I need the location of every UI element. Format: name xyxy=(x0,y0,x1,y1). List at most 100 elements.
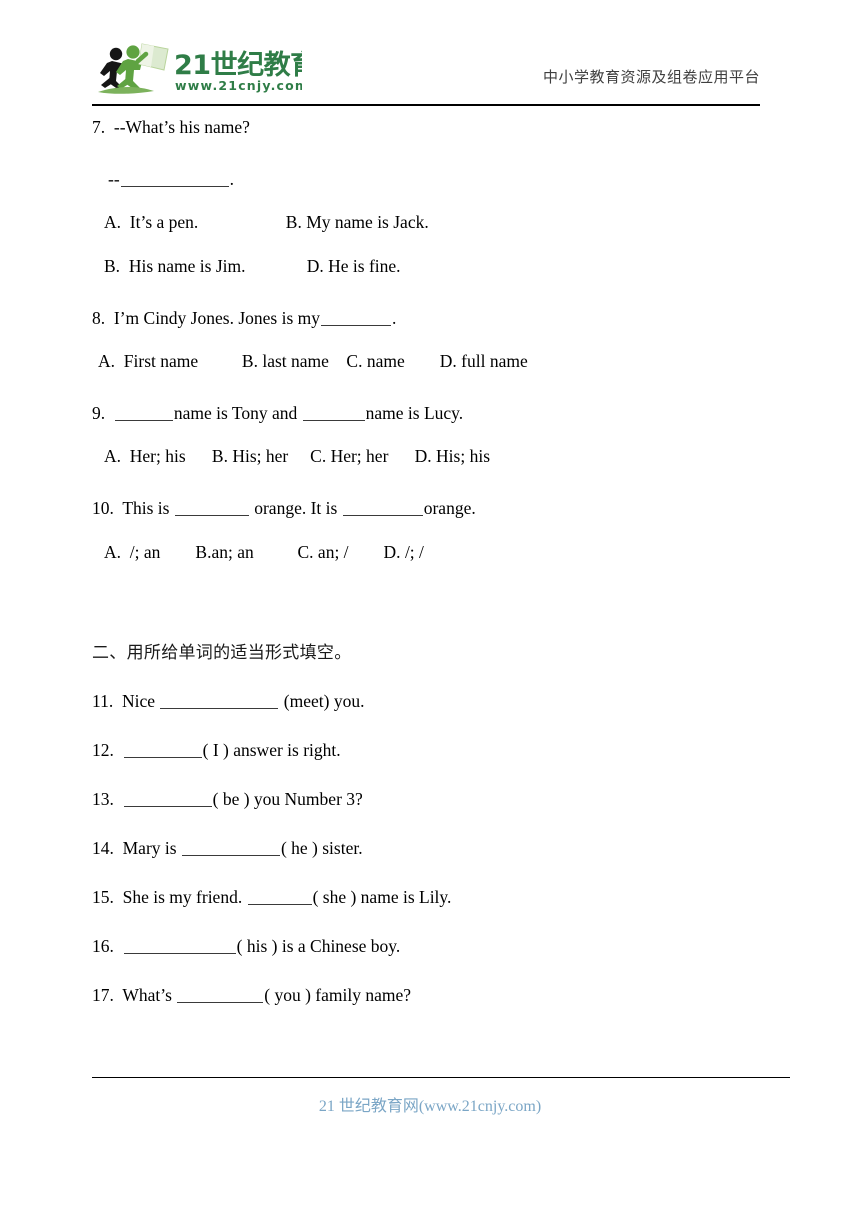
option-label-c[interactable]: C. xyxy=(297,542,313,562)
option-text-a[interactable]: /; an xyxy=(130,542,161,562)
option-label-a[interactable]: A. xyxy=(104,542,121,562)
question-10-stem: 10. This is orange. It is orange. xyxy=(0,497,860,521)
option-label-b[interactable]: B. xyxy=(212,446,228,466)
question-7-answer-line: --. xyxy=(0,168,860,192)
question-13-number: 13. xyxy=(92,789,114,810)
question-10-options: A. /; an B.an; an C. an; / D. /; / xyxy=(0,541,860,565)
question-8-stem: 8. I’m Cindy Jones. Jones is my. xyxy=(0,307,860,331)
question-9-text-mid: name is Tony and xyxy=(173,402,298,423)
question-8-text-before: I’m Cindy Jones. Jones is my xyxy=(113,307,320,328)
question-9-number: 9. xyxy=(92,402,106,423)
question-7-period: . xyxy=(229,168,235,189)
question-17-number: 17. xyxy=(92,985,114,1006)
footer-divider xyxy=(92,1077,790,1078)
question-12-text-after: ( I ) answer is right. xyxy=(202,740,341,761)
question-14-blank[interactable] xyxy=(181,839,280,857)
question-15: 15. She is my friend. ( she ) name is Li… xyxy=(0,887,860,908)
question-7-blank[interactable] xyxy=(120,169,229,187)
option-label-c[interactable]: C. xyxy=(346,351,362,371)
question-8-options: A. First name B. last name C. name D. fu… xyxy=(0,350,860,374)
question-15-blank[interactable] xyxy=(247,888,312,906)
question-10-text-after: orange. xyxy=(423,498,476,518)
question-17: 17. What’s ( you ) family name? xyxy=(0,985,860,1006)
exercise-body: 7. --What’s his name? --. A. It’s a pen.… xyxy=(0,116,860,1006)
option-text-b[interactable]: His; her xyxy=(232,446,288,466)
header-tagline: 中小学教育资源及组卷应用平台 xyxy=(542,68,760,86)
question-9-blank-2[interactable] xyxy=(302,403,365,421)
option-label-b[interactable]: B. xyxy=(286,212,302,232)
option-label-a[interactable]: A. xyxy=(98,351,115,371)
option-text-d[interactable]: His; his xyxy=(436,446,490,466)
logo-21cnjy-icon: 21世纪教育 www.21cnjy.com xyxy=(98,43,302,94)
page-header: 21世纪教育 www.21cnjy.com 中小学教育资源及组卷应用平台 xyxy=(92,40,760,102)
question-8-number: 8. xyxy=(92,307,106,328)
option-text-c[interactable]: an; / xyxy=(318,542,349,562)
question-10-blank-2[interactable] xyxy=(342,498,423,516)
option-text-b[interactable]: last name xyxy=(262,351,329,371)
option-label-d[interactable]: D. xyxy=(384,542,401,562)
option-label-d[interactable]: D. xyxy=(307,256,324,276)
question-8-blank[interactable] xyxy=(321,308,391,326)
question-9-blank-1[interactable] xyxy=(114,403,173,421)
option-label-d[interactable]: D. xyxy=(440,351,457,371)
site-logo: 21世纪教育 www.21cnjy.com xyxy=(92,40,302,100)
option-label-c[interactable]: B. xyxy=(104,256,120,276)
option-label-d[interactable]: D. xyxy=(415,446,432,466)
question-11: 11. Nice (meet) you. xyxy=(0,691,860,712)
option-text-d[interactable]: /; / xyxy=(405,542,424,562)
question-11-text-before: Nice xyxy=(121,691,156,712)
question-17-text-after: ( you ) family name? xyxy=(264,985,412,1006)
option-label-a[interactable]: A. xyxy=(104,212,121,232)
question-10-number: 10. xyxy=(92,498,114,518)
question-7-dash: -- xyxy=(108,168,120,189)
svg-text:21世纪教育: 21世纪教育 xyxy=(174,49,302,81)
document-page: 21世纪教育 www.21cnjy.com 中小学教育资源及组卷应用平台 7. … xyxy=(0,0,860,1215)
option-text-b[interactable]: an; an xyxy=(211,542,253,562)
question-8-text-after: . xyxy=(392,307,397,328)
option-text-a[interactable]: First name xyxy=(124,351,198,371)
question-7-options-row-2: B. His name is Jim. D. He is fine. xyxy=(0,255,860,279)
question-16-blank[interactable] xyxy=(123,937,236,955)
question-10-blank-1[interactable] xyxy=(174,498,249,516)
svg-text:www.21cnjy.com: www.21cnjy.com xyxy=(175,78,302,93)
option-text-b[interactable]: My name is Jack. xyxy=(306,212,428,232)
question-11-number: 11. xyxy=(92,691,114,712)
option-label-b[interactable]: B. xyxy=(242,351,258,371)
header-divider xyxy=(92,104,760,106)
question-12-number: 12. xyxy=(92,740,114,761)
question-16: 16. ( his ) is a Chinese boy. xyxy=(0,936,860,957)
question-16-number: 16. xyxy=(92,936,114,957)
option-text-a[interactable]: Her; his xyxy=(130,446,186,466)
question-11-text-after: (meet) you. xyxy=(283,691,365,712)
question-15-text-before: She is my friend. xyxy=(122,887,243,908)
option-label-c[interactable]: C. xyxy=(310,446,326,466)
option-text-d[interactable]: He is fine. xyxy=(328,256,400,276)
option-text-c[interactable]: Her; her xyxy=(331,446,389,466)
question-13-blank[interactable] xyxy=(123,790,212,808)
question-14: 14. Mary is ( he ) sister. xyxy=(0,838,860,859)
question-10-text-mid: orange. It is xyxy=(254,498,338,518)
option-text-d[interactable]: full name xyxy=(461,351,528,371)
question-9-text-after: name is Lucy. xyxy=(365,402,464,423)
question-7-options-row-1: A. It’s a pen. B. My name is Jack. xyxy=(0,211,860,235)
question-7-text: --What’s his name? xyxy=(113,117,250,137)
question-13: 13. ( be ) you Number 3? xyxy=(0,789,860,810)
question-7-stem: 7. --What’s his name? xyxy=(0,116,860,140)
question-7-number: 7. xyxy=(92,117,106,137)
question-10-text-before: This is xyxy=(122,498,170,518)
question-14-number: 14. xyxy=(92,838,114,859)
question-17-blank[interactable] xyxy=(177,986,264,1004)
option-label-a[interactable]: A. xyxy=(104,446,121,466)
option-text-c[interactable]: His name is Jim. xyxy=(129,256,246,276)
question-16-text-after: ( his ) is a Chinese boy. xyxy=(236,936,401,957)
question-9-stem: 9. name is Tony and name is Lucy. xyxy=(0,402,860,426)
question-15-number: 15. xyxy=(92,887,114,908)
option-text-c[interactable]: name xyxy=(367,351,405,371)
option-label-b[interactable]: B. xyxy=(195,542,211,562)
footer-credit: 21 世纪教育网(www.21cnjy.com) xyxy=(318,1098,542,1115)
question-11-blank[interactable] xyxy=(160,692,279,710)
question-12: 12. ( I ) answer is right. xyxy=(0,740,860,761)
option-text-a[interactable]: It’s a pen. xyxy=(130,212,199,232)
question-12-blank[interactable] xyxy=(123,741,202,759)
question-14-text-after: ( he ) sister. xyxy=(280,838,363,859)
